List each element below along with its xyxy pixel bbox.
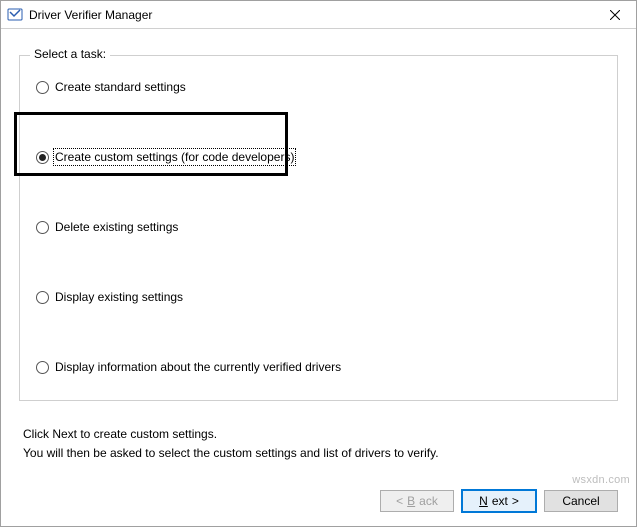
back-button: < Back — [380, 490, 454, 512]
radio-delete-existing[interactable]: Delete existing settings — [36, 218, 601, 236]
hint-line-1: Click Next to create custom settings. — [23, 425, 614, 444]
app-icon — [7, 7, 23, 23]
radio-label: Display information about the currently … — [55, 360, 341, 374]
radio-icon — [36, 291, 49, 304]
radio-icon — [36, 221, 49, 234]
window-frame: Driver Verifier Manager Select a task: C… — [0, 0, 637, 527]
radio-display-current[interactable]: Display information about the currently … — [36, 358, 601, 376]
radio-label: Display existing settings — [55, 290, 183, 304]
wizard-button-row: < Back Next > Cancel — [19, 482, 618, 518]
hint-line-2: You will then be asked to select the cus… — [23, 444, 614, 463]
back-mnemonic: B — [407, 494, 415, 508]
next-mnemonic: N — [479, 494, 488, 508]
back-text: ack — [419, 494, 438, 508]
radio-label: Create custom settings (for code develop… — [55, 150, 294, 164]
radio-label: Create standard settings — [55, 80, 186, 94]
radio-create-standard[interactable]: Create standard settings — [36, 78, 601, 96]
hint-text: Click Next to create custom settings. Yo… — [23, 425, 614, 463]
task-groupbox: Select a task: Create standard settings … — [19, 55, 618, 401]
titlebar: Driver Verifier Manager — [1, 1, 636, 29]
radio-icon — [36, 81, 49, 94]
radio-create-custom[interactable]: Create custom settings (for code develop… — [36, 148, 601, 166]
watermark: wsxdn.com — [572, 474, 630, 486]
client-area: Select a task: Create standard settings … — [1, 29, 636, 526]
window-title: Driver Verifier Manager — [29, 8, 152, 22]
radio-icon — [36, 151, 49, 164]
next-arrow: > — [512, 494, 519, 508]
radio-icon — [36, 361, 49, 374]
cancel-text: Cancel — [562, 494, 599, 508]
next-text: ext — [492, 494, 508, 508]
next-button[interactable]: Next > — [462, 490, 536, 512]
groupbox-label: Select a task: — [30, 47, 110, 61]
close-button[interactable] — [594, 1, 636, 29]
cancel-button[interactable]: Cancel — [544, 490, 618, 512]
titlebar-left: Driver Verifier Manager — [7, 7, 152, 23]
radio-label: Delete existing settings — [55, 220, 178, 234]
back-arrow: < — [396, 494, 403, 508]
highlight-annotation — [14, 112, 288, 176]
radio-display-existing[interactable]: Display existing settings — [36, 288, 601, 306]
